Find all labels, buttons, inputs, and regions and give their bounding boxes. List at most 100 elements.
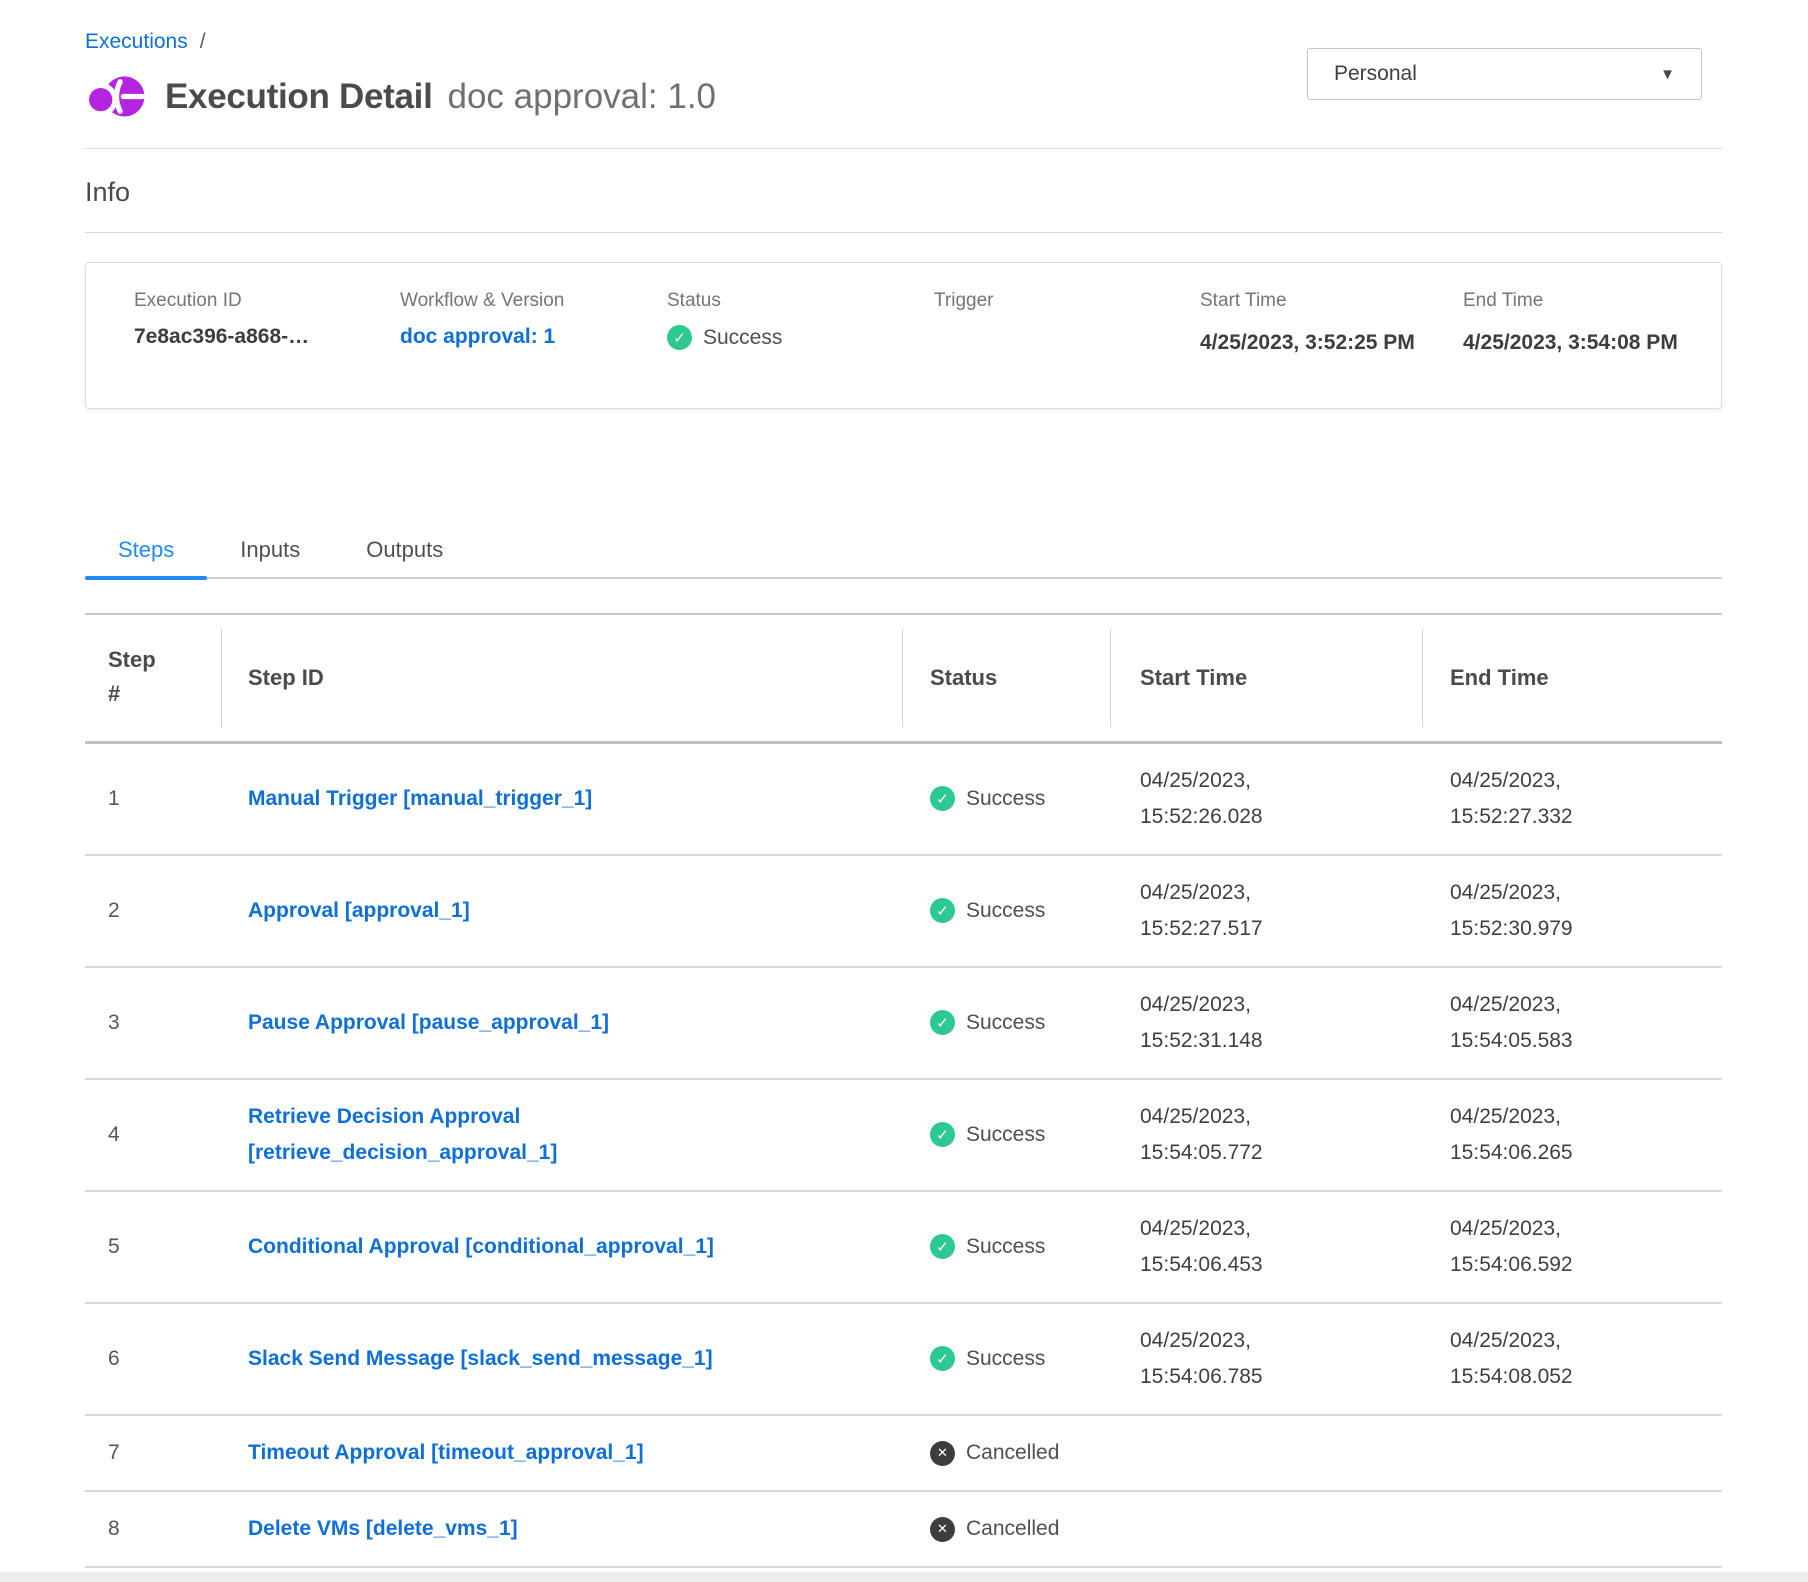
column-header-status: Status	[902, 614, 1110, 742]
status-label: Success	[966, 787, 1045, 811]
info-field-status: Status Success	[667, 290, 934, 408]
table-row: 8 Delete VMs [delete_vms_1] Cancelled	[85, 1491, 1722, 1567]
info-field-workflow-version: Workflow & Version doc approval: 1	[400, 290, 667, 408]
step-id-link[interactable]: Approval [approval_1]	[248, 893, 470, 929]
step-id-link[interactable]: Timeout Approval [timeout_approval_1]	[248, 1435, 644, 1471]
status-label: Success	[966, 1235, 1045, 1259]
status-badge: Success	[930, 786, 1045, 811]
info-label: Status	[667, 290, 934, 312]
end-time-cell: 04/25/2023, 15:54:08.052	[1422, 1303, 1722, 1415]
chevron-down-icon: ▼	[1660, 66, 1675, 83]
cancelled-icon	[930, 1517, 955, 1542]
info-label: Start Time	[1200, 290, 1463, 312]
table-row: 1 Manual Trigger [manual_trigger_1] Succ…	[85, 742, 1722, 855]
status-badge: Success	[930, 1010, 1045, 1035]
column-separator	[1422, 629, 1423, 727]
workflow-version-link[interactable]: doc approval: 1	[400, 325, 555, 348]
status-badge: Success	[930, 898, 1045, 923]
execution-detail-page: Executions / Execution Detail doc approva…	[0, 0, 1808, 1582]
scope-dropdown[interactable]: Personal ▼	[1307, 48, 1702, 100]
end-time-cell: 04/25/2023, 15:52:30.979	[1422, 855, 1722, 967]
step-id-link[interactable]: Pause Approval [pause_approval_1]	[248, 1005, 609, 1041]
end-time-cell	[1422, 1415, 1722, 1491]
column-separator	[902, 629, 903, 727]
step-id-link[interactable]: Manual Trigger [manual_trigger_1]	[248, 781, 592, 817]
table-row: 3 Pause Approval [pause_approval_1] Succ…	[85, 967, 1722, 1079]
end-time-cell: 04/25/2023, 15:54:05.583	[1422, 967, 1722, 1079]
table-row: 4 Retrieve Decision Approval [retrieve_d…	[85, 1079, 1722, 1191]
step-number: 3	[85, 967, 221, 1079]
success-icon	[930, 786, 955, 811]
table-row: 2 Approval [approval_1] Success 04/25/20…	[85, 855, 1722, 967]
page-subtitle: doc approval: 1.0	[448, 77, 717, 117]
info-field-trigger: Trigger	[934, 290, 1200, 408]
tab-bar: Steps Inputs Outputs	[85, 531, 1722, 579]
divider	[85, 232, 1722, 233]
start-time-cell: 04/25/2023, 15:52:27.517	[1110, 855, 1422, 967]
page-title: Execution Detail	[165, 77, 433, 117]
info-label: Execution ID	[134, 290, 400, 312]
status-badge: Success	[930, 1122, 1045, 1147]
info-card: Execution ID 7e8ac396-a868-… Workflow & …	[85, 262, 1722, 409]
end-time-cell: 04/25/2023, 15:52:27.332	[1422, 742, 1722, 855]
status-label: Success	[703, 326, 782, 350]
table-row: 5 Conditional Approval [conditional_appr…	[85, 1191, 1722, 1303]
info-label: Trigger	[934, 290, 1200, 312]
breadcrumb-separator: /	[200, 30, 206, 53]
tab-outputs[interactable]: Outputs	[333, 531, 476, 577]
column-separator	[221, 629, 222, 727]
status-badge: Cancelled	[930, 1517, 1059, 1542]
start-time-cell: 04/25/2023, 15:54:06.453	[1110, 1191, 1422, 1303]
step-id-link[interactable]: Conditional Approval [conditional_approv…	[248, 1229, 714, 1265]
step-number: 2	[85, 855, 221, 967]
end-time-cell: 04/25/2023, 15:54:06.592	[1422, 1191, 1722, 1303]
step-number: 6	[85, 1303, 221, 1415]
column-header-end-time: End Time	[1422, 614, 1722, 742]
breadcrumb-executions-link[interactable]: Executions	[85, 30, 188, 53]
status-badge: Success	[930, 1346, 1045, 1371]
step-id-link[interactable]: Delete VMs [delete_vms_1]	[248, 1511, 518, 1547]
status-label: Cancelled	[966, 1441, 1059, 1465]
table-header-row: Step # Step ID Status Start Time End Tim…	[85, 614, 1722, 742]
success-icon	[930, 1122, 955, 1147]
table-row: 7 Timeout Approval [timeout_approval_1] …	[85, 1415, 1722, 1491]
status-label: Success	[966, 1011, 1045, 1035]
info-field-start-time: Start Time 4/25/2023, 3:52:25 PM	[1200, 290, 1463, 408]
end-time-cell: 04/25/2023, 15:54:06.265	[1422, 1079, 1722, 1191]
step-id-link[interactable]: Slack Send Message [slack_send_message_1…	[248, 1341, 713, 1377]
tab-steps[interactable]: Steps	[85, 531, 207, 577]
step-id-link[interactable]: Retrieve Decision Approval [retrieve_dec…	[248, 1099, 808, 1171]
scope-dropdown-value: Personal	[1334, 62, 1417, 86]
steps-table: Step # Step ID Status Start Time End Tim…	[85, 613, 1722, 1568]
start-time-cell: 04/25/2023, 15:54:06.785	[1110, 1303, 1422, 1415]
start-time-cell: 04/25/2023, 15:54:05.772	[1110, 1079, 1422, 1191]
step-number: 5	[85, 1191, 221, 1303]
column-header-step-id: Step ID	[221, 614, 902, 742]
status-badge: Success	[930, 1234, 1045, 1259]
success-icon	[930, 898, 955, 923]
info-field-end-time: End Time 4/25/2023, 3:54:08 PM	[1463, 290, 1701, 408]
success-icon	[667, 325, 692, 350]
status-label: Success	[966, 1347, 1045, 1371]
status-badge: Cancelled	[930, 1441, 1059, 1466]
cancelled-icon	[930, 1441, 955, 1466]
success-icon	[930, 1234, 955, 1259]
start-time-cell: 04/25/2023, 15:52:31.148	[1110, 967, 1422, 1079]
end-time-cell	[1422, 1491, 1722, 1567]
start-time-cell: 04/25/2023, 15:52:26.028	[1110, 742, 1422, 855]
success-icon	[930, 1010, 955, 1035]
info-label: End Time	[1463, 290, 1701, 312]
divider	[85, 148, 1722, 149]
step-number: 1	[85, 742, 221, 855]
end-time-value: 4/25/2023, 3:54:08 PM	[1463, 325, 1681, 360]
tab-inputs[interactable]: Inputs	[207, 531, 333, 577]
info-section-title: Info	[85, 177, 1722, 208]
start-time-cell	[1110, 1415, 1422, 1491]
status-label: Cancelled	[966, 1517, 1059, 1541]
info-field-execution-id: Execution ID 7e8ac396-a868-…	[134, 290, 400, 408]
start-time-value: 4/25/2023, 3:52:25 PM	[1200, 325, 1418, 360]
status-label: Success	[966, 899, 1045, 923]
step-number: 7	[85, 1415, 221, 1491]
step-number: 4	[85, 1079, 221, 1191]
bottom-strip	[0, 1572, 1808, 1582]
